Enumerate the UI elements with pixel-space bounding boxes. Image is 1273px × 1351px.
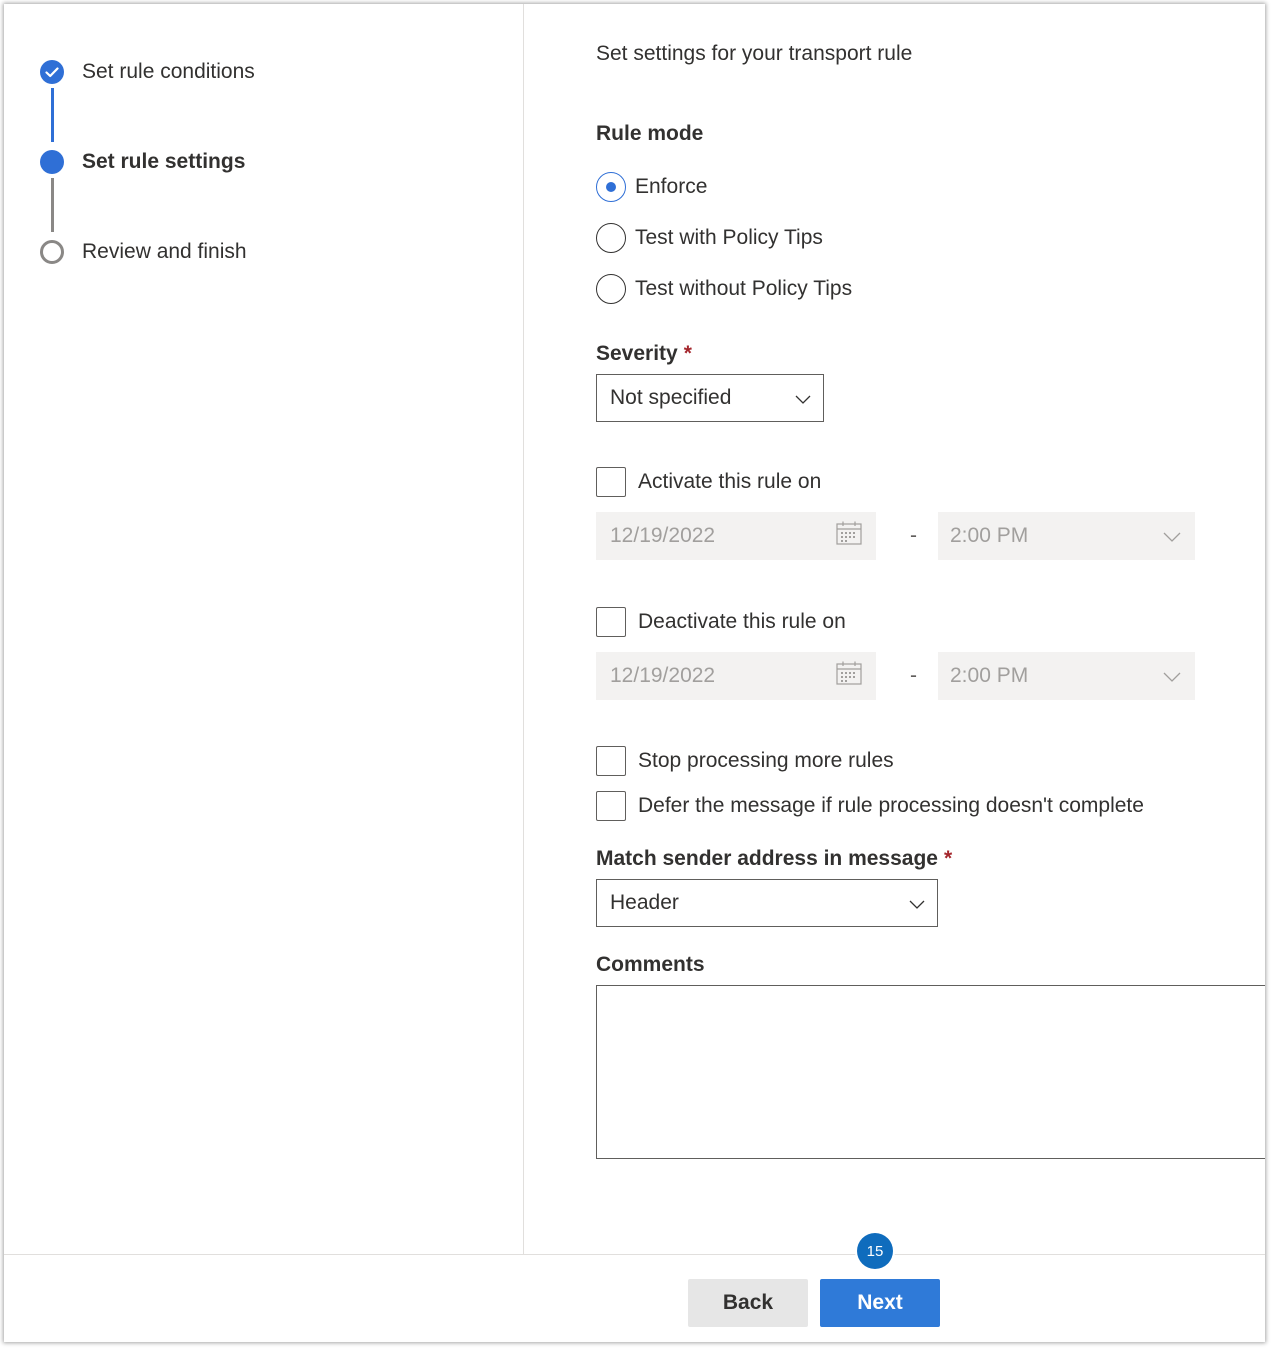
radio-button[interactable] — [596, 172, 626, 202]
required-mark: * — [683, 342, 692, 365]
step-set-rule-settings[interactable]: Set rule settings — [40, 150, 245, 174]
wizard-step-nav: Set rule conditions Set rule settings Re… — [4, 4, 524, 1254]
deactivate-date-value: 12/19/2022 — [610, 664, 716, 687]
step-label: Set rule conditions — [82, 60, 255, 83]
step-label: Set rule settings — [82, 150, 246, 173]
calendar-icon — [836, 661, 862, 691]
rule-mode-label: Rule mode — [596, 122, 704, 145]
checkbox-label: Stop processing more rules — [638, 749, 894, 772]
deactivate-time-value: 2:00 PM — [950, 664, 1029, 687]
radio-label: Test without Policy Tips — [635, 277, 853, 300]
stop-processing-checkbox-row[interactable]: Stop processing more rules — [596, 746, 894, 776]
wizard-panel: Set rule conditions Set rule settings Re… — [4, 4, 1265, 1342]
step-set-rule-conditions[interactable]: Set rule conditions — [40, 60, 255, 84]
deactivate-rule-checkbox-row[interactable]: Deactivate this rule on — [596, 607, 846, 637]
required-mark: * — [943, 847, 953, 870]
checkbox-label: Defer the message if rule processing doe… — [638, 794, 1144, 817]
wizard-footer: Back Next — [4, 1254, 1265, 1342]
back-button[interactable]: Back — [688, 1279, 808, 1327]
checkbox-label: Activate this rule on — [638, 470, 822, 493]
step-connector-upcoming — [51, 178, 54, 232]
activate-date-picker[interactable]: 12/19/2022 — [596, 512, 876, 560]
chevron-down-icon — [1163, 524, 1181, 548]
radio-button[interactable] — [596, 223, 626, 253]
date-time-separator: - — [910, 524, 917, 547]
checkmark-icon — [40, 60, 64, 84]
comments-label: Comments — [596, 953, 705, 976]
activate-rule-checkbox[interactable] — [596, 467, 626, 497]
radio-label: Test with Policy Tips — [635, 226, 823, 249]
radio-test-without-policy-tips[interactable]: Test without Policy Tips — [596, 274, 852, 304]
current-step-icon — [40, 150, 64, 174]
defer-message-checkbox-row[interactable]: Defer the message if rule processing doe… — [596, 791, 1144, 821]
activate-time-value: 2:00 PM — [950, 524, 1029, 547]
calendar-icon — [836, 521, 862, 551]
upcoming-step-icon — [40, 240, 64, 264]
radio-button[interactable] — [596, 274, 626, 304]
comments-textarea[interactable] — [596, 985, 1265, 1159]
activate-time-dropdown[interactable]: 2:00 PM — [938, 512, 1195, 560]
activate-rule-checkbox-row[interactable]: Activate this rule on — [596, 467, 821, 497]
severity-dropdown[interactable]: Not specified — [596, 374, 824, 422]
deactivate-date-picker[interactable]: 12/19/2022 — [596, 652, 876, 700]
form-intro: Set settings for your transport rule — [596, 42, 913, 65]
match-sender-value: Header — [610, 891, 679, 914]
stop-processing-checkbox[interactable] — [596, 746, 626, 776]
deactivate-rule-checkbox[interactable] — [596, 607, 626, 637]
step-number-badge: 15 — [857, 1233, 893, 1269]
date-time-separator: - — [910, 664, 917, 687]
chevron-down-icon — [1163, 664, 1181, 688]
match-sender-label-text: Match sender address in message — [596, 847, 938, 870]
step-review-and-finish[interactable]: Review and finish — [40, 240, 247, 264]
severity-value: Not specified — [610, 386, 732, 409]
activate-date-value: 12/19/2022 — [610, 524, 716, 547]
match-sender-label: Match sender address in message * — [596, 847, 952, 871]
next-button[interactable]: Next — [820, 1279, 940, 1327]
match-sender-dropdown[interactable]: Header — [596, 879, 938, 927]
radio-label: Enforce — [635, 175, 708, 198]
radio-enforce[interactable]: Enforce — [596, 172, 707, 202]
radio-test-with-policy-tips[interactable]: Test with Policy Tips — [596, 223, 823, 253]
checkbox-label: Deactivate this rule on — [638, 610, 846, 633]
defer-message-checkbox[interactable] — [596, 791, 626, 821]
step-label: Review and finish — [82, 240, 247, 263]
severity-label-text: Severity — [596, 342, 678, 365]
step-connector-completed — [51, 88, 54, 142]
chevron-down-icon — [795, 386, 811, 410]
chevron-down-icon — [909, 891, 925, 915]
deactivate-time-dropdown[interactable]: 2:00 PM — [938, 652, 1195, 700]
severity-label: Severity * — [596, 342, 692, 366]
